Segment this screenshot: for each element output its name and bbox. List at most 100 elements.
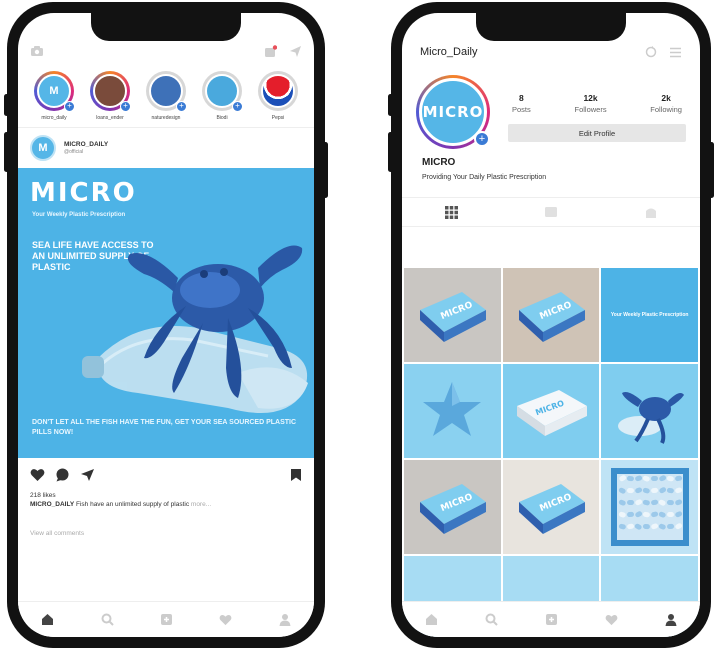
heart-icon[interactable] — [30, 468, 45, 482]
crab-photo[interactable] — [601, 364, 698, 458]
direct-message-icon[interactable] — [289, 45, 302, 58]
notch — [91, 13, 241, 41]
post-header: M MICRO_DAILY @official — [18, 128, 314, 168]
igtv-tab-icon[interactable] — [544, 206, 558, 218]
search-icon[interactable] — [485, 613, 498, 626]
notch — [476, 13, 626, 41]
crab-bottle-illustration — [82, 245, 308, 413]
caption-tile-text: Your Weekly Plastic Prescription — [610, 312, 689, 318]
story-plus-icon: + — [120, 101, 131, 112]
stat-label: Posts — [512, 105, 531, 114]
product-box-photo[interactable]: MICRO — [404, 460, 501, 554]
story-avatar[interactable]: + — [90, 71, 131, 112]
comment-icon[interactable] — [55, 468, 70, 482]
caption-text: Fish have an unlimited supply of plastic — [74, 501, 190, 508]
archive-icon[interactable] — [645, 46, 657, 58]
bookmark-icon[interactable] — [290, 468, 302, 482]
post-username[interactable]: MICRO_DAILY — [64, 141, 108, 149]
profile-phone: Micro_Daily MICRO + 8 Posts 12k Followers 2k… — [388, 2, 714, 648]
stat-label: Following — [650, 105, 682, 114]
story-item[interactable]: + Biodi — [196, 71, 248, 121]
story-avatar-image — [261, 74, 295, 108]
igtv-icon[interactable] — [264, 44, 277, 58]
caption-more-link[interactable]: more... — [189, 501, 211, 508]
add-post-icon[interactable] — [545, 613, 558, 626]
feed-header — [18, 39, 314, 63]
avatar[interactable]: MICRO + — [416, 75, 490, 149]
bottom-tab-bar — [18, 601, 314, 637]
stat-label: Followers — [574, 105, 607, 114]
post-caption: MICRO_DAILY Fish have an unlimited suppl… — [18, 499, 314, 508]
activity-heart-icon[interactable] — [605, 614, 618, 626]
profile-summary: MICRO + 8 Posts 12k Followers 2k Following Ed… — [402, 65, 700, 149]
caption-tile[interactable]: Your Weekly Plastic Prescription — [601, 268, 698, 362]
volume-button — [388, 132, 393, 172]
power-button — [709, 142, 714, 198]
post-actions — [18, 458, 314, 492]
pills-box-photo[interactable] — [601, 460, 698, 554]
story-item[interactable]: Pepsi — [252, 71, 304, 121]
menu-icon[interactable] — [669, 47, 682, 58]
star-pill-photo[interactable] — [404, 364, 501, 458]
caption-username[interactable]: MICRO_DAILY — [30, 501, 74, 508]
product-box-photo[interactable]: MICRO — [502, 460, 600, 554]
profile-display-name: MICRO — [422, 157, 456, 168]
profile-icon[interactable] — [279, 613, 291, 626]
story-avatar[interactable]: + — [146, 71, 187, 112]
story-plus-icon: + — [232, 101, 243, 112]
tagged-icon[interactable] — [645, 206, 657, 219]
story-avatar[interactable] — [258, 71, 298, 111]
home-icon[interactable] — [41, 613, 54, 626]
profile-icon[interactable] — [665, 613, 677, 626]
share-icon[interactable] — [80, 468, 95, 482]
stat-following[interactable]: 2k Following — [650, 93, 682, 114]
likes-count[interactable]: 218 likes — [18, 492, 314, 499]
add-story-icon[interactable]: + — [474, 131, 490, 147]
stories-bar: M + micro_daily + loans_ender + naturedesign + B… — [18, 63, 314, 128]
product-box-photo[interactable]: MICRO — [502, 268, 600, 362]
camera-icon[interactable] — [30, 45, 44, 57]
profile-username: Micro_Daily — [420, 46, 478, 58]
edit-profile-button[interactable]: Edit Profile — [508, 124, 686, 142]
profile-bio: Providing Your Daily Plastic Prescriptio… — [422, 174, 547, 181]
profile-screen: Micro_Daily MICRO + 8 Posts 12k Followers 2k… — [402, 13, 700, 637]
story-name: naturedesign — [151, 115, 181, 121]
profile-tabs — [402, 197, 700, 227]
search-icon[interactable] — [101, 613, 114, 626]
feed-phone: M + micro_daily + loans_ender + naturedesign + B… — [4, 2, 328, 648]
story-name: Pepsi — [271, 115, 285, 121]
posts-grid: MICRO MICRO Your Weekly Plastic Prescripti… — [402, 268, 700, 637]
view-comments-link[interactable]: View all comments — [18, 508, 314, 537]
post-image[interactable]: MICRO Your Weekly Plastic Prescription S… — [18, 168, 314, 458]
grid-view-icon[interactable] — [445, 205, 459, 219]
stat-value: 8 — [519, 93, 524, 103]
stat-followers[interactable]: 12k Followers — [574, 93, 606, 114]
story-avatar[interactable]: M + — [34, 71, 75, 112]
stat-posts[interactable]: 8 Posts — [512, 93, 531, 114]
volume-button — [4, 132, 9, 172]
feed-screen: M + micro_daily + loans_ender + naturedesign + B… — [18, 13, 314, 637]
power-button — [323, 142, 328, 198]
post-footer-text: DON'T LET ALL THE FISH HAVE THE FUN, GET… — [32, 419, 297, 436]
add-post-icon[interactable] — [160, 613, 173, 626]
story-avatar[interactable]: + — [202, 71, 243, 112]
activity-heart-icon[interactable] — [219, 614, 232, 626]
stat-value: 12k — [583, 93, 598, 103]
product-box-photo[interactable]: MICRO — [404, 268, 501, 362]
story-name: micro_daily — [41, 115, 67, 121]
story-item[interactable]: + naturedesign — [140, 71, 192, 121]
avatar[interactable]: M — [30, 135, 56, 161]
home-icon[interactable] — [425, 613, 438, 626]
story-name: Biodi — [216, 115, 228, 121]
volume-button — [388, 94, 393, 116]
white-box-photo[interactable]: MICRO — [502, 364, 600, 458]
stat-value: 2k — [661, 93, 671, 103]
profile-header: Micro_Daily — [402, 39, 700, 65]
post-subtitle: @official — [64, 149, 84, 156]
profile-stats: 8 Posts 12k Followers 2k Following — [508, 93, 686, 114]
story-plus-icon: + — [176, 101, 187, 112]
story-item[interactable]: M + micro_daily — [28, 71, 80, 121]
bottom-tab-bar — [402, 601, 700, 637]
story-plus-icon: + — [64, 101, 75, 112]
story-item[interactable]: + loans_ender — [84, 71, 136, 121]
